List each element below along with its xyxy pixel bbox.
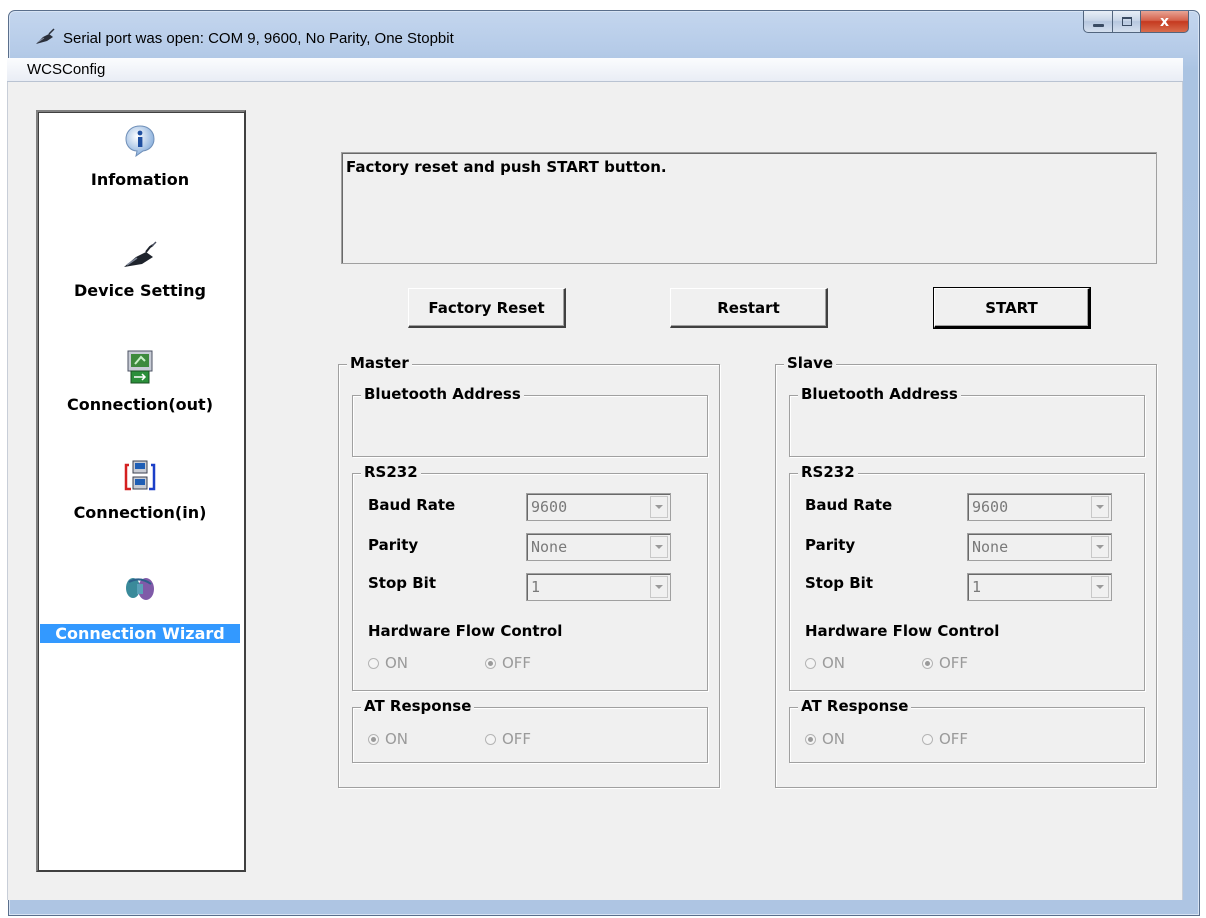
radio-label: OFF — [502, 654, 532, 672]
master-stop-bit-select[interactable]: 1 — [526, 573, 671, 601]
client-area: Infomation Device Setting Connection(out… — [7, 82, 1183, 900]
restart-button[interactable]: Restart — [670, 288, 828, 328]
chevron-down-icon[interactable] — [1091, 576, 1109, 598]
chevron-down-icon[interactable] — [650, 576, 668, 598]
sidebar-item-label: Connection(out) — [66, 395, 214, 414]
master-bt-address-group: Bluetooth Address — [352, 385, 708, 457]
rs232-title: RS232 — [798, 463, 858, 481]
sidebar-item-device-setting[interactable]: Device Setting — [38, 237, 242, 317]
maximize-icon — [1121, 17, 1132, 26]
master-rs232-group: RS232 Baud Rate 9600 Parity None Stop Bi… — [352, 463, 708, 691]
master-baud-rate-select[interactable]: 9600 — [526, 493, 671, 521]
close-icon: x — [1159, 13, 1170, 30]
radio-dot — [922, 657, 933, 669]
slave-rs232-group: RS232 Baud Rate 9600 Parity None Stop Bi… — [789, 463, 1145, 691]
slave-group: Slave Bluetooth Address RS232 Baud Rate … — [775, 354, 1157, 788]
device-icon — [124, 241, 157, 267]
radio-label: ON — [385, 654, 409, 672]
hardware-flow-control-label: Hardware Flow Control — [368, 622, 563, 640]
maximize-button[interactable] — [1113, 11, 1141, 33]
at-response-title: AT Response — [798, 697, 912, 715]
radio-dot — [485, 733, 496, 745]
radio-label: ON — [822, 730, 846, 748]
sidebar-item-infomation[interactable]: Infomation — [38, 124, 242, 204]
radio-dot — [485, 657, 496, 669]
chevron-down-icon[interactable] — [650, 536, 668, 558]
minimize-button[interactable] — [1083, 11, 1113, 33]
master-group: Master Bluetooth Address RS232 Baud Rate… — [338, 354, 720, 788]
stop-bit-label: Stop Bit — [805, 574, 873, 592]
window-title: Serial port was open: COM 9, 9600, No Pa… — [63, 30, 454, 47]
master-parity-select[interactable]: None — [526, 533, 671, 561]
info-icon — [125, 125, 155, 158]
slave-flow-off-radio[interactable]: OFF — [922, 654, 968, 672]
slave-group-title: Slave — [784, 354, 837, 372]
stop-bit-value: 1 — [972, 578, 982, 596]
baud-rate-label: Baud Rate — [805, 496, 893, 514]
at-response-title: AT Response — [361, 697, 475, 715]
slave-flow-on-radio[interactable]: ON — [805, 654, 845, 672]
slave-at-on-radio[interactable]: ON — [805, 730, 845, 748]
chevron-down-icon[interactable] — [1091, 536, 1109, 558]
sidebar-item-label: Connection Wizard — [40, 624, 240, 643]
rs232-title: RS232 — [361, 463, 421, 481]
factory-reset-button[interactable]: Factory Reset — [408, 288, 566, 328]
menu-bar: WCSConfig — [7, 58, 1183, 82]
sidebar-item-label: Connection(in) — [73, 503, 207, 522]
connection-out-icon — [127, 350, 153, 384]
baud-rate-value: 9600 — [972, 498, 1009, 516]
chevron-down-icon[interactable] — [650, 496, 668, 518]
sidebar-item-label: Device Setting — [74, 281, 206, 300]
radio-label: OFF — [502, 730, 532, 748]
parity-label: Parity — [368, 536, 419, 554]
slave-parity-select[interactable]: None — [967, 533, 1112, 561]
radio-label: OFF — [939, 730, 969, 748]
close-button[interactable]: x — [1141, 11, 1189, 33]
slave-stop-bit-select[interactable]: 1 — [967, 573, 1112, 601]
wizard-icon — [126, 578, 154, 600]
caption-buttons: x — [1083, 11, 1189, 33]
stop-bit-value: 1 — [531, 578, 541, 596]
slave-at-response-group: AT Response ON OFF — [789, 697, 1145, 763]
sidebar-item-connection-out[interactable]: Connection(out) — [38, 349, 242, 429]
radio-dot — [368, 657, 379, 669]
radio-label: ON — [822, 654, 846, 672]
master-at-on-radio[interactable]: ON — [368, 730, 408, 748]
radio-dot — [805, 733, 816, 745]
connection-in-icon — [124, 460, 156, 491]
slave-bt-address-group: Bluetooth Address — [789, 385, 1145, 457]
radio-label: ON — [385, 730, 409, 748]
serial-port-icon — [36, 28, 55, 44]
start-button[interactable]: START — [933, 287, 1091, 329]
sidebar-item-label: Infomation — [90, 170, 190, 189]
radio-dot — [805, 657, 816, 669]
chevron-down-icon[interactable] — [1091, 496, 1109, 518]
master-group-title: Master — [347, 354, 412, 372]
hardware-flow-control-label: Hardware Flow Control — [805, 622, 1000, 640]
slave-baud-rate-select[interactable]: 9600 — [967, 493, 1112, 521]
parity-value: None — [972, 538, 1009, 556]
title-bar[interactable]: Serial port was open: COM 9, 9600, No Pa… — [9, 11, 1199, 61]
stop-bit-label: Stop Bit — [368, 574, 436, 592]
master-at-response-group: AT Response ON OFF — [352, 697, 708, 763]
bt-address-title: Bluetooth Address — [798, 385, 961, 403]
sidebar-item-connection-wizard[interactable]: Connection Wizard — [38, 574, 242, 654]
master-flow-on-radio[interactable]: ON — [368, 654, 408, 672]
sidebar-item-connection-in[interactable]: Connection(in) — [38, 459, 242, 539]
sidebar: Infomation Device Setting Connection(out… — [36, 110, 246, 872]
parity-value: None — [531, 538, 568, 556]
baud-rate-value: 9600 — [531, 498, 568, 516]
baud-rate-label: Baud Rate — [368, 496, 456, 514]
status-message-box: Factory reset and push START button. — [341, 152, 1157, 264]
radio-dot — [368, 733, 379, 745]
slave-at-off-radio[interactable]: OFF — [922, 730, 968, 748]
minimize-icon — [1092, 24, 1104, 27]
radio-label: OFF — [939, 654, 969, 672]
parity-label: Parity — [805, 536, 856, 554]
master-flow-off-radio[interactable]: OFF — [485, 654, 531, 672]
bt-address-title: Bluetooth Address — [361, 385, 524, 403]
radio-dot — [922, 733, 933, 745]
master-at-off-radio[interactable]: OFF — [485, 730, 531, 748]
menu-wcsconfig[interactable]: WCSConfig — [27, 61, 105, 78]
